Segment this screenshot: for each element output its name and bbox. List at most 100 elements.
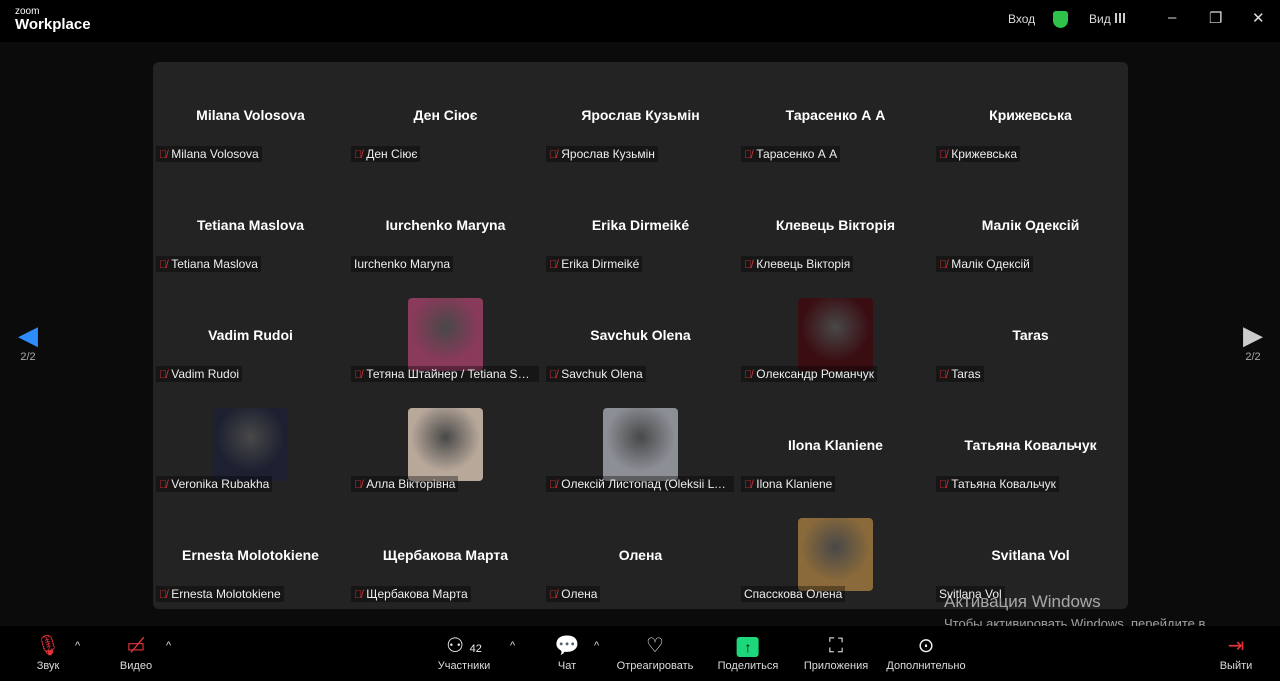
participant-tile[interactable]: Щербакова Марта 🎙̸ Щербакова Марта [348, 502, 543, 609]
prev-page-button[interactable]: ◀ 2/2 [13, 320, 43, 363]
close-button[interactable]: ✕ [1252, 9, 1265, 27]
participant-tile[interactable]: Спасскова Олена [738, 502, 933, 609]
participant-tile[interactable]: Taras 🎙̸ Taras [933, 282, 1128, 392]
chat-button[interactable]: 💬 Чат [555, 634, 580, 672]
participant-tile[interactable]: Олена 🎙̸ Олена [543, 502, 738, 609]
watermark-title: Активация Windows [944, 592, 1101, 611]
mic-muted-icon: 🎙̸ [159, 479, 168, 491]
chat-options-caret[interactable]: ^ [594, 640, 599, 652]
mic-muted-icon: 🎙̸ [159, 369, 168, 381]
participant-name: Крижевська [989, 107, 1072, 123]
more-icon: ⊙ [917, 635, 935, 657]
shield-icon[interactable] [1053, 11, 1068, 28]
participant-name: Svitlana Vol [991, 547, 1070, 563]
audio-button[interactable]: 🎙 Звук [35, 634, 60, 672]
mic-muted-icon: 🎙̸ [744, 479, 753, 491]
participant-label-text: Спасскова Олена [744, 587, 843, 601]
mic-muted-icon: 🎙̸ [354, 479, 363, 491]
participant-photo [603, 408, 678, 481]
mic-off-icon: 🎙 [35, 635, 61, 657]
react-button[interactable]: ♡ Отреагировать [617, 634, 694, 672]
participant-label: 🎙̸ Veronika Rubakha [156, 476, 273, 492]
minimize-button[interactable]: – [1168, 9, 1176, 26]
video-options-caret[interactable]: ^ [166, 640, 171, 652]
participant-tile[interactable]: Tetiana Maslova 🎙̸ Tetiana Maslova [153, 172, 348, 282]
participant-name: Milana Volosova [196, 107, 305, 123]
participant-label-text: Тарасенко А А [756, 147, 838, 161]
mic-muted-icon: 🎙̸ [939, 149, 948, 161]
participant-name: Ilona Klaniene [788, 437, 883, 453]
participants-label: Участники [437, 660, 491, 672]
participant-tile[interactable]: Erika Dirmeiké 🎙̸ Erika Dirmeiké [543, 172, 738, 282]
participant-label: 🎙̸ Малік Одексій [936, 256, 1033, 272]
participant-tile[interactable]: Savchuk Olena 🎙̸ Savchuk Olena [543, 282, 738, 392]
react-label: Отреагировать [616, 660, 694, 672]
participant-label-text: Ernesta Molotokiene [171, 587, 281, 601]
meeting-toolbar: 🎙 Звук ^ ▭̸ Видео ^ ⚇ 42 Участники ^ 💬 Чат ^… [0, 626, 1280, 681]
audio-options-caret[interactable]: ^ [75, 640, 80, 652]
mic-muted-icon: 🎙̸ [744, 259, 753, 271]
participant-tile[interactable]: 🎙̸ Олександр Романчук [738, 282, 933, 392]
participant-label: 🎙̸ Tetiana Maslova [156, 256, 261, 272]
participant-tile[interactable]: 🎙̸ Тетяна Штайнер / Tetiana Shtainer [348, 282, 543, 392]
participant-tile[interactable]: Ernesta Molotokiene 🎙̸ Ernesta Molotokiene [153, 502, 348, 609]
arrow-left-icon: ◀ [18, 320, 38, 350]
participant-label-text: Iurchenko Maryna [354, 257, 451, 271]
participant-tile[interactable]: Ярослав Кузьмін 🎙̸ Ярослав Кузьмін [543, 62, 738, 172]
restore-button[interactable]: ❐ [1209, 9, 1222, 27]
video-off-icon: ▭̸ [126, 635, 146, 657]
participant-tile[interactable]: 🎙̸ Veronika Rubakha [153, 392, 348, 502]
participant-label-text: Tetiana Maslova [171, 257, 258, 271]
participant-name: Малік Одексій [981, 217, 1080, 233]
participant-tile[interactable]: 🎙̸Олексій Листопад (Oleksii Lystopad) [543, 392, 738, 502]
next-page-button[interactable]: ▶ 2/2 [1238, 320, 1268, 363]
participant-label: 🎙̸ Клевець Вікторія [741, 256, 854, 272]
participant-label: 🎙̸ Тетяна Штайнер / Tetiana Shtainer [351, 366, 539, 382]
video-button[interactable]: ▭̸ Видео [120, 634, 152, 672]
participant-label: 🎙̸ Олена [546, 586, 601, 602]
participant-tile[interactable]: Ilona Klaniene 🎙̸ Ilona Klaniene [738, 392, 933, 502]
participant-label: 🎙̸ Ден Сіює [351, 146, 421, 162]
participant-tile[interactable]: Малік Одексій 🎙̸ Малік Одексій [933, 172, 1128, 282]
view-button[interactable]: Вид [1089, 12, 1111, 26]
participant-tile[interactable]: Ден Сіює 🎙̸ Ден Сіює [348, 62, 543, 172]
participant-label-text: Ilona Klaniene [756, 477, 833, 491]
participant-photo [408, 298, 483, 371]
participant-label: Спасскова Олена [741, 586, 846, 602]
participant-tile[interactable]: Тарасенко А А 🎙̸ Тарасенко А А [738, 62, 933, 172]
participant-name: Щербакова Марта [382, 547, 509, 563]
participant-tile[interactable]: Milana Volosova 🎙̸ Milana Volosova [153, 62, 348, 172]
participant-label: 🎙̸Олексій Листопад (Oleksii Lystopad) [546, 476, 734, 492]
participant-tile[interactable]: Клевець Вікторія 🎙̸ Клевець Вікторія [738, 172, 933, 282]
participant-tile[interactable]: 🎙̸ Алла Вікторівна [348, 392, 543, 502]
participant-tile[interactable]: Vadim Rudoi 🎙̸ Vadim Rudoi [153, 282, 348, 392]
mic-muted-icon: 🎙̸ [939, 369, 948, 381]
participants-count: 42 [469, 643, 482, 655]
video-gallery: Milana Volosova 🎙̸ Milana Volosova Ден Сіює… [153, 62, 1128, 609]
more-label: Дополнительно [886, 660, 966, 672]
more-button[interactable]: ⊙ Дополнительно [886, 634, 965, 672]
participant-label-text: Ден Сіює [366, 147, 418, 161]
participant-label-text: Малік Одексій [951, 257, 1030, 271]
mic-muted-icon: 🎙̸ [939, 479, 948, 491]
mic-muted-icon: 🎙̸ [354, 589, 363, 601]
participant-label-text: Олександр Романчук [756, 367, 875, 381]
grid-icon[interactable] [1115, 13, 1125, 23]
participant-label: 🎙̸ Ярослав Кузьмін [546, 146, 658, 162]
signin-button[interactable]: Вход [1008, 12, 1035, 26]
participant-tile[interactable]: Iurchenko Maryna Iurchenko Maryna [348, 172, 543, 282]
participant-tile[interactable]: Татьяна Ковальчук 🎙̸ Татьяна Ковальчук [933, 392, 1128, 502]
participant-tile[interactable]: Крижевська 🎙̸ Крижевська [933, 62, 1128, 172]
mic-muted-icon: 🎙̸ [549, 259, 558, 271]
participant-name: Ярослав Кузьмін [581, 107, 700, 123]
participants-button[interactable]: ⚇ 42 Участники [438, 634, 491, 672]
leave-button[interactable]: ⇥ Выйти [1220, 634, 1253, 672]
participant-label-text: Taras [951, 367, 981, 381]
share-button[interactable]: ↑ Поделиться [718, 634, 778, 672]
participant-label: 🎙̸ Тарасенко А А [741, 146, 841, 162]
participant-label-text: Erika Dirmeiké [561, 257, 640, 271]
page-indicator: 2/2 [20, 351, 36, 363]
apps-button[interactable]: ⛶ Приложения [804, 634, 868, 672]
participants-options-caret[interactable]: ^ [510, 640, 515, 652]
participant-label-text: Крижевська [951, 147, 1017, 161]
